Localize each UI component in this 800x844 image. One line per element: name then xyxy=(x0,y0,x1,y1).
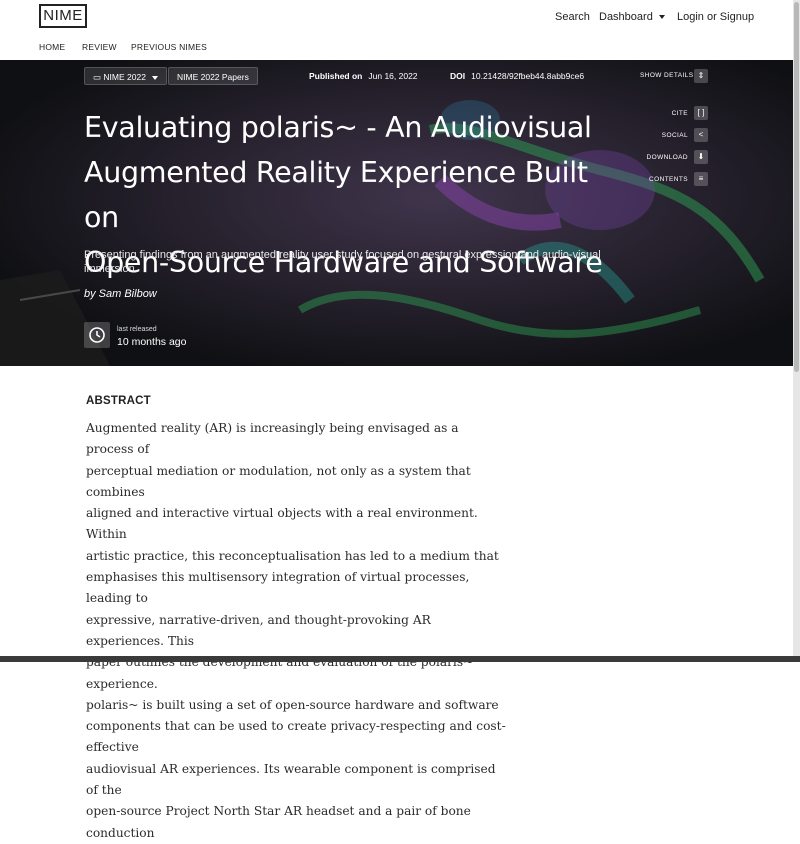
doi-label: DOI xyxy=(450,71,466,81)
abstract-line: emphasises this multisensory integration… xyxy=(86,570,470,606)
author-byline[interactable]: by Sam Bilbow xyxy=(84,288,157,300)
published-label: Published on xyxy=(309,71,363,81)
nav-review[interactable]: REVIEW xyxy=(82,42,117,52)
share-icon[interactable]: < xyxy=(694,128,708,142)
contents-label[interactable]: CONTENTS xyxy=(628,176,688,183)
nav-previous-nimes[interactable]: PREVIOUS NIMES xyxy=(131,42,207,52)
community-dropdown[interactable]: ▭ NIME 2022 xyxy=(84,67,167,85)
abstract-line: expressive, narrative-driven, and though… xyxy=(86,612,431,648)
window-bottom-edge xyxy=(0,656,800,662)
top-bar: NIME Search Dashboard Login or Signup HO… xyxy=(0,0,793,60)
release-label: last released xyxy=(117,326,157,333)
nime-logo[interactable]: NIME xyxy=(39,4,87,28)
monitor-icon: ▭ xyxy=(93,72,104,82)
published-date: Jun 16, 2022 xyxy=(368,71,418,81)
collection-pill[interactable]: NIME 2022 Papers xyxy=(168,67,258,85)
doi-info: DOI 10.21428/92fbeb44.8abb9ce6 xyxy=(450,71,584,81)
hero-banner: ▭ NIME 2022 NIME 2022 Papers Published o… xyxy=(0,60,793,366)
published-info: Published on Jun 16, 2022 xyxy=(309,71,418,81)
search-link[interactable]: Search xyxy=(555,11,590,23)
chevron-down-icon xyxy=(658,15,665,20)
abstract-line: aligned and interactive virtual objects … xyxy=(86,506,478,542)
login-link[interactable]: Login or Signup xyxy=(677,11,754,23)
chevron-down-icon xyxy=(151,75,158,80)
cite-label[interactable]: CITE xyxy=(628,110,688,117)
abstract-body: Augmented reality (AR) is increasingly b… xyxy=(86,418,506,844)
title-line-1: Evaluating polaris~ - An Audiovisual xyxy=(84,111,592,144)
contents-icon[interactable]: ≡ xyxy=(694,172,708,186)
doi-value[interactable]: 10.21428/92fbeb44.8abb9ce6 xyxy=(471,71,584,81)
social-label[interactable]: SOCIAL xyxy=(628,132,688,139)
community-label: NIME 2022 xyxy=(103,72,146,82)
clock-icon xyxy=(89,327,105,343)
cite-icon[interactable]: [ ] xyxy=(694,106,708,120)
abstract-line: artistic practice, this reconceptualisat… xyxy=(86,548,499,563)
abstract-heading: ABSTRACT xyxy=(86,395,151,407)
abstract-line: audiovisual AR experiences. Its wearable… xyxy=(86,761,496,798)
dashboard-label: Dashboard xyxy=(599,11,653,23)
abstract-line: components that can be used to create pr… xyxy=(86,719,506,755)
abstract-line: perceptual mediation or modulation, not … xyxy=(86,463,471,499)
abstract-line: Augmented reality (AR) is increasingly b… xyxy=(86,421,459,457)
history-icon[interactable] xyxy=(84,322,110,348)
download-label[interactable]: DOWNLOAD xyxy=(628,154,688,161)
expand-icon[interactable]: ⇕ xyxy=(694,69,708,83)
nav-home[interactable]: HOME xyxy=(39,42,65,52)
abstract-line: polaris~ is built using a set of open-so… xyxy=(86,697,499,712)
page-subtitle: Presenting findings from an augmented re… xyxy=(84,249,601,275)
title-line-2: Augmented Reality Experience Built on xyxy=(84,156,588,234)
scrollbar-thumb[interactable] xyxy=(794,2,799,372)
dashboard-menu[interactable]: Dashboard xyxy=(599,11,665,23)
abstract-line: open-source Project North Star AR headse… xyxy=(86,804,471,840)
download-icon[interactable]: ⬇ xyxy=(694,150,708,164)
release-value[interactable]: 10 months ago xyxy=(117,336,186,348)
show-details-button[interactable]: SHOW DETAILS xyxy=(640,72,693,79)
